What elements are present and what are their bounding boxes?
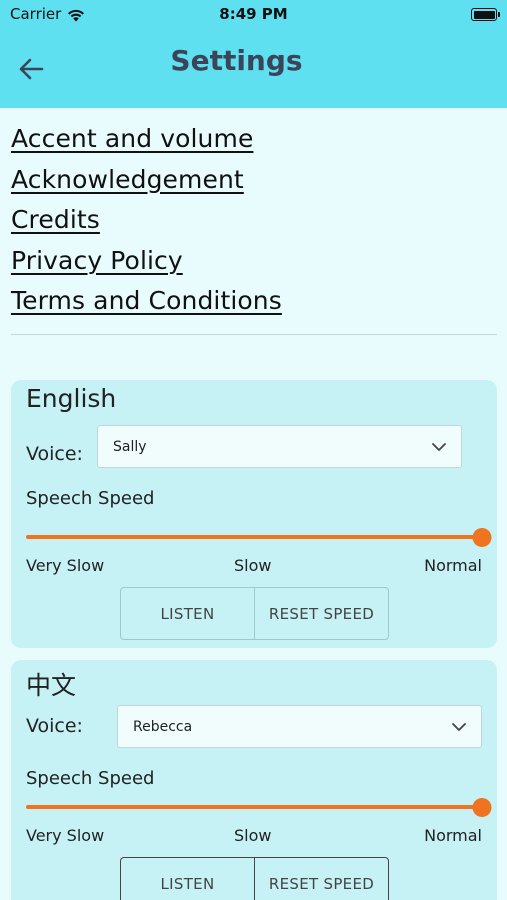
voice-label: Voice:	[26, 715, 83, 737]
tick-slow: Slow	[234, 826, 272, 845]
tick-very-slow: Very Slow	[26, 826, 105, 845]
chevron-down-icon	[432, 443, 446, 451]
slider-thumb[interactable]	[472, 527, 492, 547]
voice-select[interactable]: Sally	[97, 425, 462, 468]
chevron-down-icon	[452, 723, 466, 731]
link-accent-volume[interactable]: Accent and volume	[11, 122, 282, 163]
link-credits[interactable]: Credits	[11, 203, 282, 244]
tick-normal: Normal	[424, 556, 482, 575]
voice-select[interactable]: Rebecca	[117, 705, 482, 748]
voice-label: Voice:	[26, 443, 83, 465]
slider-thumb[interactable]	[472, 797, 492, 817]
reset-speed-button[interactable]: RESET SPEED	[254, 858, 388, 900]
status-bar: Carrier 8:49 PM	[0, 0, 507, 28]
speed-slider[interactable]	[26, 797, 492, 817]
action-buttons: LISTEN RESET SPEED	[120, 587, 389, 640]
divider	[11, 334, 497, 335]
voice-select-value: Sally	[113, 438, 147, 455]
language-card-chinese: 中文 Voice: Rebecca Speech Speed Very Slow…	[11, 660, 497, 900]
listen-button[interactable]: LISTEN	[121, 858, 254, 900]
page-title: Settings	[170, 44, 303, 77]
tick-very-slow: Very Slow	[26, 556, 105, 575]
tick-normal: Normal	[424, 826, 482, 845]
language-name: 中文	[26, 671, 77, 700]
status-time: 8:49 PM	[219, 5, 288, 23]
language-card-english: English Voice: Sally Speech Speed Very S…	[11, 380, 497, 648]
battery-icon	[471, 8, 500, 21]
settings-links: Accent and volume Acknowledgement Credit…	[11, 122, 282, 325]
link-acknowledgement[interactable]: Acknowledgement	[11, 163, 282, 204]
language-name: English	[26, 384, 117, 413]
app-header: Carrier 8:49 PM Settings	[0, 0, 507, 108]
speech-speed-label: Speech Speed	[26, 488, 155, 509]
voice-select-value: Rebecca	[133, 718, 193, 735]
link-terms-conditions[interactable]: Terms and Conditions	[11, 284, 282, 325]
tick-slow: Slow	[234, 556, 272, 575]
link-privacy-policy[interactable]: Privacy Policy	[11, 244, 282, 285]
action-buttons: LISTEN RESET SPEED	[120, 857, 389, 900]
listen-button[interactable]: LISTEN	[121, 588, 254, 639]
reset-speed-button[interactable]: RESET SPEED	[254, 588, 388, 639]
speed-slider[interactable]	[26, 527, 492, 547]
speech-speed-label: Speech Speed	[26, 768, 155, 789]
